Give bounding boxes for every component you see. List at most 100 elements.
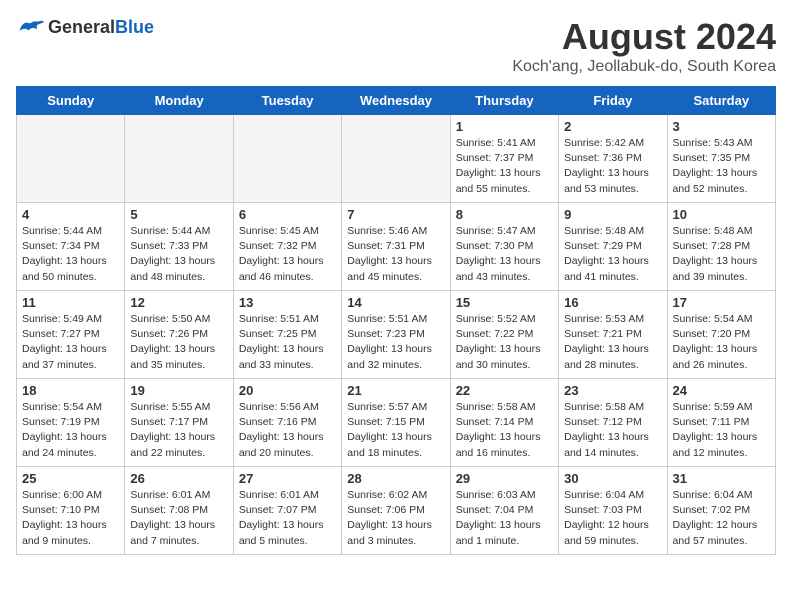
- calendar-cell: 31 Sunrise: 6:04 AMSunset: 7:02 PMDayligh…: [667, 467, 775, 555]
- calendar-cell: 22 Sunrise: 5:58 AMSunset: 7:14 PMDayligh…: [450, 379, 558, 467]
- calendar-cell: 3 Sunrise: 5:43 AMSunset: 7:35 PMDaylight…: [667, 115, 775, 203]
- logo-text: GeneralBlue: [48, 17, 154, 38]
- calendar-cell: 29Sunrise: 6:03 AMSunset: 7:04 PMDayligh…: [450, 467, 558, 555]
- day-number: 24: [673, 383, 770, 398]
- calendar-cell: [17, 115, 125, 203]
- day-number: 10: [673, 207, 770, 222]
- day-number: 11: [22, 295, 119, 310]
- day-number: 3: [673, 119, 770, 134]
- day-number: 9: [564, 207, 661, 222]
- day-info: Sunrise: 5:52 AMSunset: 7:22 PMDaylight:…: [456, 312, 553, 373]
- day-info: Sunrise: 5:53 AMSunset: 7:21 PMDaylight:…: [564, 312, 661, 373]
- calendar-cell: [233, 115, 341, 203]
- day-info: Sunrise: 5:44 AMSunset: 7:34 PMDaylight:…: [22, 224, 119, 285]
- day-info: Sunrise: 5:49 AMSunset: 7:27 PMDaylight:…: [22, 312, 119, 373]
- day-number: 16: [564, 295, 661, 310]
- column-header-friday: Friday: [559, 87, 667, 115]
- day-info: Sunrise: 5:56 AMSunset: 7:16 PMDaylight:…: [239, 400, 336, 461]
- calendar-cell: 1Sunrise: 5:41 AMSunset: 7:37 PMDaylight…: [450, 115, 558, 203]
- calendar-cell: 17 Sunrise: 5:54 AMSunset: 7:20 PMDayligh…: [667, 291, 775, 379]
- calendar-cell: 30 Sunrise: 6:04 AMSunset: 7:03 PMDayligh…: [559, 467, 667, 555]
- calendar-cell: 8 Sunrise: 5:47 AMSunset: 7:30 PMDaylight…: [450, 203, 558, 291]
- day-number: 23: [564, 383, 661, 398]
- day-info: Sunrise: 5:47 AMSunset: 7:30 PMDaylight:…: [456, 224, 553, 285]
- day-info: Sunrise: 6:01 AMSunset: 7:08 PMDaylight:…: [130, 488, 227, 549]
- day-number: 31: [673, 471, 770, 486]
- column-header-sunday: Sunday: [17, 87, 125, 115]
- day-info: Sunrise: 5:54 AMSunset: 7:19 PMDaylight:…: [22, 400, 119, 461]
- day-info: Sunrise: 6:01 AMSunset: 7:07 PMDaylight:…: [239, 488, 336, 549]
- calendar-cell: 15 Sunrise: 5:52 AMSunset: 7:22 PMDayligh…: [450, 291, 558, 379]
- calendar-cell: 2 Sunrise: 5:42 AMSunset: 7:36 PMDaylight…: [559, 115, 667, 203]
- day-number: 25: [22, 471, 119, 486]
- day-number: 8: [456, 207, 553, 222]
- title-block: August 2024 Koch'ang, Jeollabuk-do, Sout…: [512, 16, 776, 76]
- page-title: August 2024: [512, 16, 776, 58]
- calendar-cell: 6 Sunrise: 5:45 AMSunset: 7:32 PMDaylight…: [233, 203, 341, 291]
- calendar-cell: 12 Sunrise: 5:50 AMSunset: 7:26 PMDayligh…: [125, 291, 233, 379]
- calendar-cell: 23Sunrise: 5:58 AMSunset: 7:12 PMDayligh…: [559, 379, 667, 467]
- day-info: Sunrise: 5:44 AMSunset: 7:33 PMDaylight:…: [130, 224, 227, 285]
- calendar-cell: 11 Sunrise: 5:49 AMSunset: 7:27 PMDayligh…: [17, 291, 125, 379]
- day-info: Sunrise: 6:04 AMSunset: 7:03 PMDaylight:…: [564, 488, 661, 549]
- day-number: 13: [239, 295, 336, 310]
- day-number: 27: [239, 471, 336, 486]
- week-row-5: 25Sunrise: 6:00 AMSunset: 7:10 PMDayligh…: [17, 467, 776, 555]
- day-info: Sunrise: 5:55 AMSunset: 7:17 PMDaylight:…: [130, 400, 227, 461]
- calendar-table: SundayMondayTuesdayWednesdayThursdayFrid…: [16, 86, 776, 555]
- calendar-cell: 14Sunrise: 5:51 AMSunset: 7:23 PMDayligh…: [342, 291, 450, 379]
- day-number: 17: [673, 295, 770, 310]
- day-info: Sunrise: 5:54 AMSunset: 7:20 PMDaylight:…: [673, 312, 770, 373]
- calendar-cell: 21 Sunrise: 5:57 AMSunset: 7:15 PMDayligh…: [342, 379, 450, 467]
- day-info: Sunrise: 5:59 AMSunset: 7:11 PMDaylight:…: [673, 400, 770, 461]
- day-number: 30: [564, 471, 661, 486]
- day-number: 4: [22, 207, 119, 222]
- day-number: 20: [239, 383, 336, 398]
- calendar-cell: 20 Sunrise: 5:56 AMSunset: 7:16 PMDayligh…: [233, 379, 341, 467]
- logo-blue: Blue: [115, 17, 154, 37]
- day-info: Sunrise: 5:43 AMSunset: 7:35 PMDaylight:…: [673, 136, 770, 197]
- column-header-saturday: Saturday: [667, 87, 775, 115]
- day-number: 2: [564, 119, 661, 134]
- day-info: Sunrise: 5:45 AMSunset: 7:32 PMDaylight:…: [239, 224, 336, 285]
- column-header-thursday: Thursday: [450, 87, 558, 115]
- week-row-1: 1Sunrise: 5:41 AMSunset: 7:37 PMDaylight…: [17, 115, 776, 203]
- day-info: Sunrise: 5:42 AMSunset: 7:36 PMDaylight:…: [564, 136, 661, 197]
- day-number: 12: [130, 295, 227, 310]
- column-header-tuesday: Tuesday: [233, 87, 341, 115]
- logo-bird-icon: [16, 16, 44, 38]
- day-number: 21: [347, 383, 444, 398]
- calendar-cell: 16 Sunrise: 5:53 AMSunset: 7:21 PMDayligh…: [559, 291, 667, 379]
- day-info: Sunrise: 6:04 AMSunset: 7:02 PMDaylight:…: [673, 488, 770, 549]
- day-number: 15: [456, 295, 553, 310]
- day-number: 7: [347, 207, 444, 222]
- day-info: Sunrise: 5:58 AMSunset: 7:14 PMDaylight:…: [456, 400, 553, 461]
- calendar-cell: 27 Sunrise: 6:01 AMSunset: 7:07 PMDayligh…: [233, 467, 341, 555]
- day-info: Sunrise: 5:48 AMSunset: 7:29 PMDaylight:…: [564, 224, 661, 285]
- day-info: Sunrise: 5:57 AMSunset: 7:15 PMDaylight:…: [347, 400, 444, 461]
- day-info: Sunrise: 5:51 AMSunset: 7:23 PMDaylight:…: [347, 312, 444, 373]
- page-header: GeneralBlue August 2024 Koch'ang, Jeolla…: [16, 16, 776, 76]
- day-number: 6: [239, 207, 336, 222]
- day-info: Sunrise: 6:03 AMSunset: 7:04 PMDaylight:…: [456, 488, 553, 549]
- calendar-cell: [125, 115, 233, 203]
- calendar-cell: 13Sunrise: 5:51 AMSunset: 7:25 PMDayligh…: [233, 291, 341, 379]
- calendar-cell: 10Sunrise: 5:48 AMSunset: 7:28 PMDayligh…: [667, 203, 775, 291]
- calendar-cell: 5 Sunrise: 5:44 AMSunset: 7:33 PMDaylight…: [125, 203, 233, 291]
- calendar-cell: 19 Sunrise: 5:55 AMSunset: 7:17 PMDayligh…: [125, 379, 233, 467]
- week-row-2: 4 Sunrise: 5:44 AMSunset: 7:34 PMDaylight…: [17, 203, 776, 291]
- calendar-header-row: SundayMondayTuesdayWednesdayThursdayFrid…: [17, 87, 776, 115]
- day-number: 5: [130, 207, 227, 222]
- calendar-cell: 4 Sunrise: 5:44 AMSunset: 7:34 PMDaylight…: [17, 203, 125, 291]
- logo-general: General: [48, 17, 115, 37]
- week-row-4: 18Sunrise: 5:54 AMSunset: 7:19 PMDayligh…: [17, 379, 776, 467]
- column-header-wednesday: Wednesday: [342, 87, 450, 115]
- calendar-cell: 24 Sunrise: 5:59 AMSunset: 7:11 PMDayligh…: [667, 379, 775, 467]
- day-number: 1: [456, 119, 553, 134]
- day-info: Sunrise: 5:50 AMSunset: 7:26 PMDaylight:…: [130, 312, 227, 373]
- calendar-cell: 26Sunrise: 6:01 AMSunset: 7:08 PMDayligh…: [125, 467, 233, 555]
- day-number: 19: [130, 383, 227, 398]
- day-info: Sunrise: 5:46 AMSunset: 7:31 PMDaylight:…: [347, 224, 444, 285]
- day-number: 22: [456, 383, 553, 398]
- calendar-cell: 7 Sunrise: 5:46 AMSunset: 7:31 PMDaylight…: [342, 203, 450, 291]
